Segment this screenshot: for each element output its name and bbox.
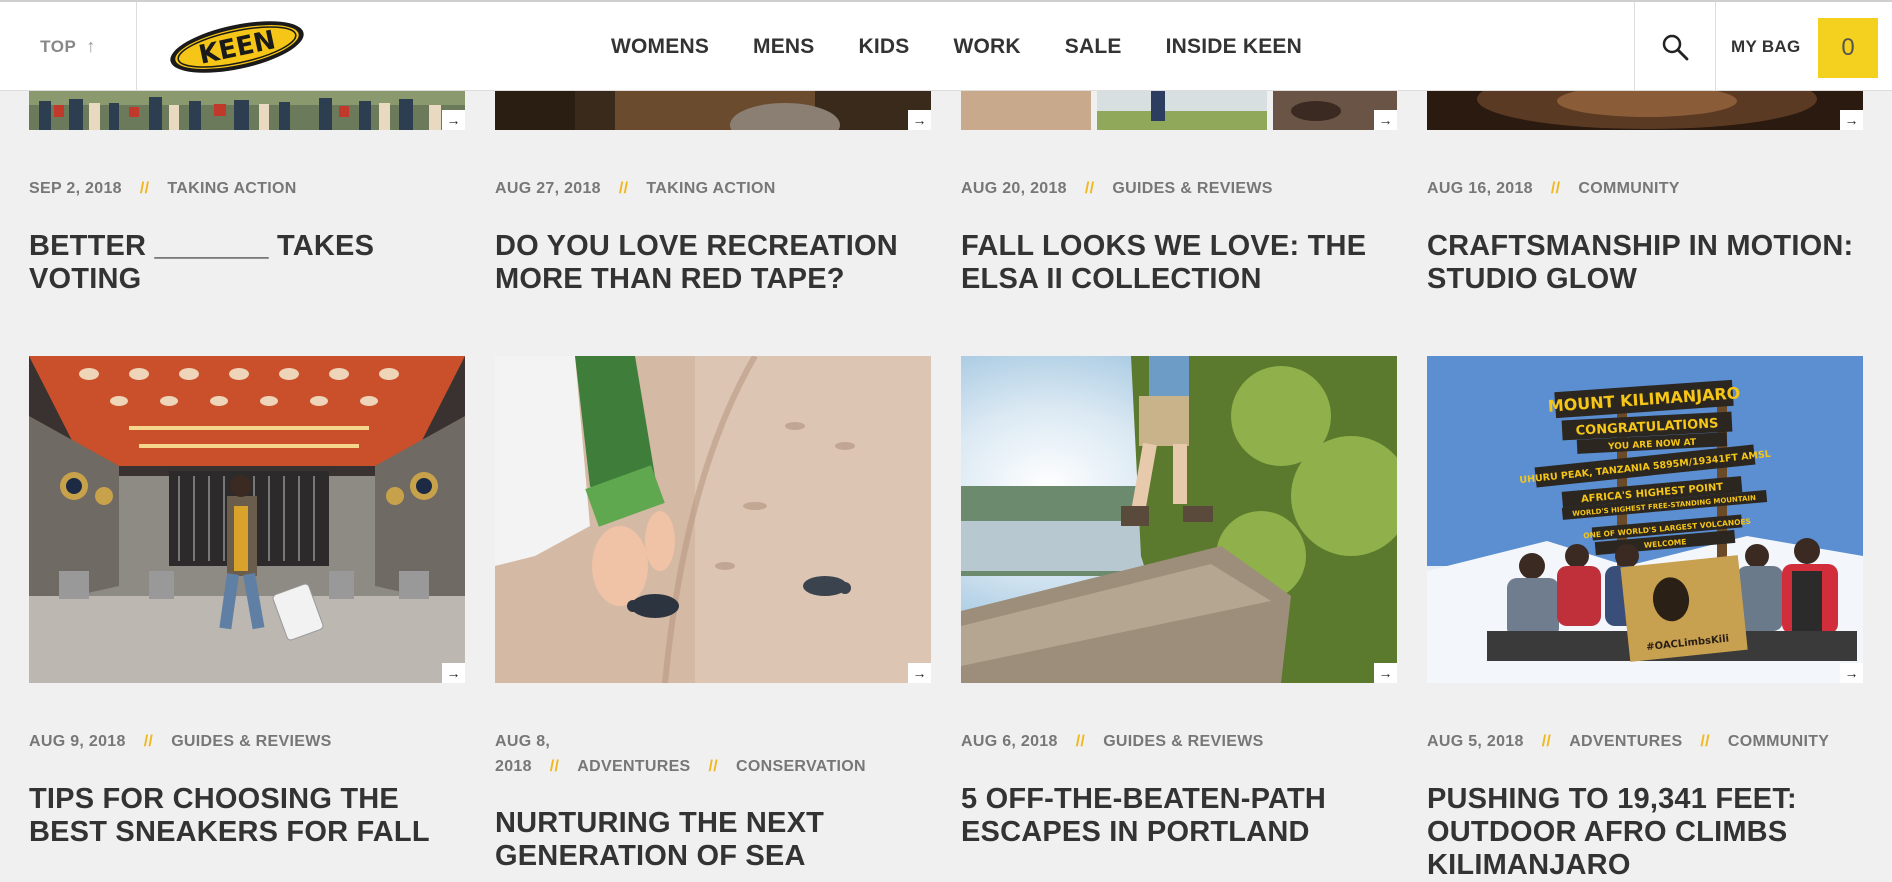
article-title[interactable]: NURTURING THE NEXT GENERATION OF SEA bbox=[495, 807, 895, 873]
article-category[interactable]: CONSERVATION bbox=[736, 758, 866, 775]
back-to-top-button[interactable]: TOP ↑ bbox=[0, 2, 137, 91]
arrow-right-icon: → bbox=[1374, 110, 1397, 130]
arrow-right-icon: → bbox=[908, 663, 931, 683]
bag-count-badge[interactable]: 0 bbox=[1818, 18, 1878, 78]
article-date: AUG 6, 2018 bbox=[961, 733, 1058, 750]
article-date: AUG 27, 2018 bbox=[495, 180, 601, 197]
article-image[interactable]: → bbox=[961, 91, 1397, 130]
article-category[interactable]: GUIDES & REVIEWS bbox=[171, 733, 331, 750]
article-meta: AUG 8, 2018//ADVENTURES//CONSERVATION bbox=[495, 733, 866, 775]
article-image[interactable]: → bbox=[29, 91, 465, 130]
arrow-right-icon: → bbox=[442, 663, 465, 683]
nav-item-inside-keen[interactable]: INSIDE KEEN bbox=[1166, 35, 1302, 59]
article-date: SEP 2, 2018 bbox=[29, 180, 122, 197]
article-image[interactable]: → bbox=[1427, 91, 1863, 130]
article-category[interactable]: ADVENTURES bbox=[577, 758, 690, 775]
article-image[interactable]: MOUNT KILIMANJARO CONGRATULATIONS YOU AR… bbox=[1427, 356, 1863, 683]
arrow-right-icon: → bbox=[1840, 110, 1863, 130]
nav-item-womens[interactable]: WOMENS bbox=[611, 35, 709, 59]
site-header: TOP ↑ KEEN WOMENS MENS KIDS WORK SALE IN… bbox=[0, 0, 1892, 91]
my-bag-link[interactable]: MY BAG bbox=[1731, 2, 1801, 91]
article-meta: SEP 2, 2018//TAKING ACTION bbox=[29, 180, 297, 197]
arrow-right-icon: → bbox=[1840, 663, 1863, 683]
article-meta: AUG 6, 2018//GUIDES & REVIEWS bbox=[961, 733, 1264, 750]
nav-item-sale[interactable]: SALE bbox=[1065, 35, 1122, 59]
article-image[interactable]: → bbox=[495, 91, 931, 130]
article-category[interactable]: GUIDES & REVIEWS bbox=[1103, 733, 1263, 750]
top-label: TOP bbox=[40, 36, 77, 56]
search-icon bbox=[1662, 34, 1689, 60]
main-nav: WOMENS MENS KIDS WORK SALE INSIDE KEEN bbox=[611, 2, 1346, 91]
arrow-up-icon: ↑ bbox=[86, 36, 96, 56]
article-image[interactable]: → bbox=[495, 356, 931, 683]
article-category[interactable]: COMMUNITY bbox=[1578, 180, 1679, 197]
article-category[interactable]: TAKING ACTION bbox=[167, 180, 296, 197]
article-category[interactable]: ADVENTURES bbox=[1569, 733, 1682, 750]
article-title[interactable]: TIPS FOR CHOOSING THE BEST SNEAKERS FOR … bbox=[29, 783, 459, 849]
article-category[interactable]: COMMUNITY bbox=[1728, 733, 1829, 750]
article-meta: AUG 5, 2018//ADVENTURES//COMMUNITY bbox=[1427, 733, 1830, 750]
search-button[interactable] bbox=[1634, 2, 1716, 91]
article-title[interactable]: 5 OFF-THE-BEATEN-PATH ESCAPES IN PORTLAN… bbox=[961, 783, 1361, 849]
article-image[interactable]: → bbox=[29, 356, 465, 683]
article-meta: AUG 20, 2018//GUIDES & REVIEWS bbox=[961, 180, 1273, 197]
article-date: AUG 5, 2018 bbox=[1427, 733, 1524, 750]
article-title[interactable]: FALL LOOKS WE LOVE: THE ELSA II COLLECTI… bbox=[961, 230, 1391, 296]
arrow-right-icon: → bbox=[1374, 663, 1397, 683]
article-date: AUG 9, 2018 bbox=[29, 733, 126, 750]
article-title[interactable]: DO YOU LOVE RECREATION MORE THAN RED TAP… bbox=[495, 230, 935, 296]
article-title[interactable]: CRAFTSMANSHIP IN MOTION: STUDIO GLOW bbox=[1427, 230, 1887, 296]
nav-item-mens[interactable]: MENS bbox=[753, 35, 814, 59]
article-meta: AUG 16, 2018//COMMUNITY bbox=[1427, 180, 1680, 197]
article-category[interactable]: GUIDES & REVIEWS bbox=[1112, 180, 1272, 197]
arrow-right-icon: → bbox=[908, 110, 931, 130]
nav-item-work[interactable]: WORK bbox=[954, 35, 1021, 59]
article-title[interactable]: BETTER _______ TAKES VOTING bbox=[29, 230, 459, 296]
article-date: AUG 8, 2018 bbox=[495, 733, 551, 775]
article-meta: AUG 27, 2018//TAKING ACTION bbox=[495, 180, 776, 197]
article-category[interactable]: TAKING ACTION bbox=[646, 180, 775, 197]
article-date: AUG 20, 2018 bbox=[961, 180, 1067, 197]
article-date: AUG 16, 2018 bbox=[1427, 180, 1533, 197]
article-meta: AUG 9, 2018//GUIDES & REVIEWS bbox=[29, 733, 332, 750]
article-image[interactable]: → bbox=[961, 356, 1397, 683]
keen-logo[interactable]: KEEN bbox=[165, 18, 309, 76]
article-title[interactable]: PUSHING TO 19,341 FEET: OUTDOOR AFRO CLI… bbox=[1427, 783, 1847, 882]
arrow-right-icon: → bbox=[442, 110, 465, 130]
nav-item-kids[interactable]: KIDS bbox=[859, 35, 910, 59]
